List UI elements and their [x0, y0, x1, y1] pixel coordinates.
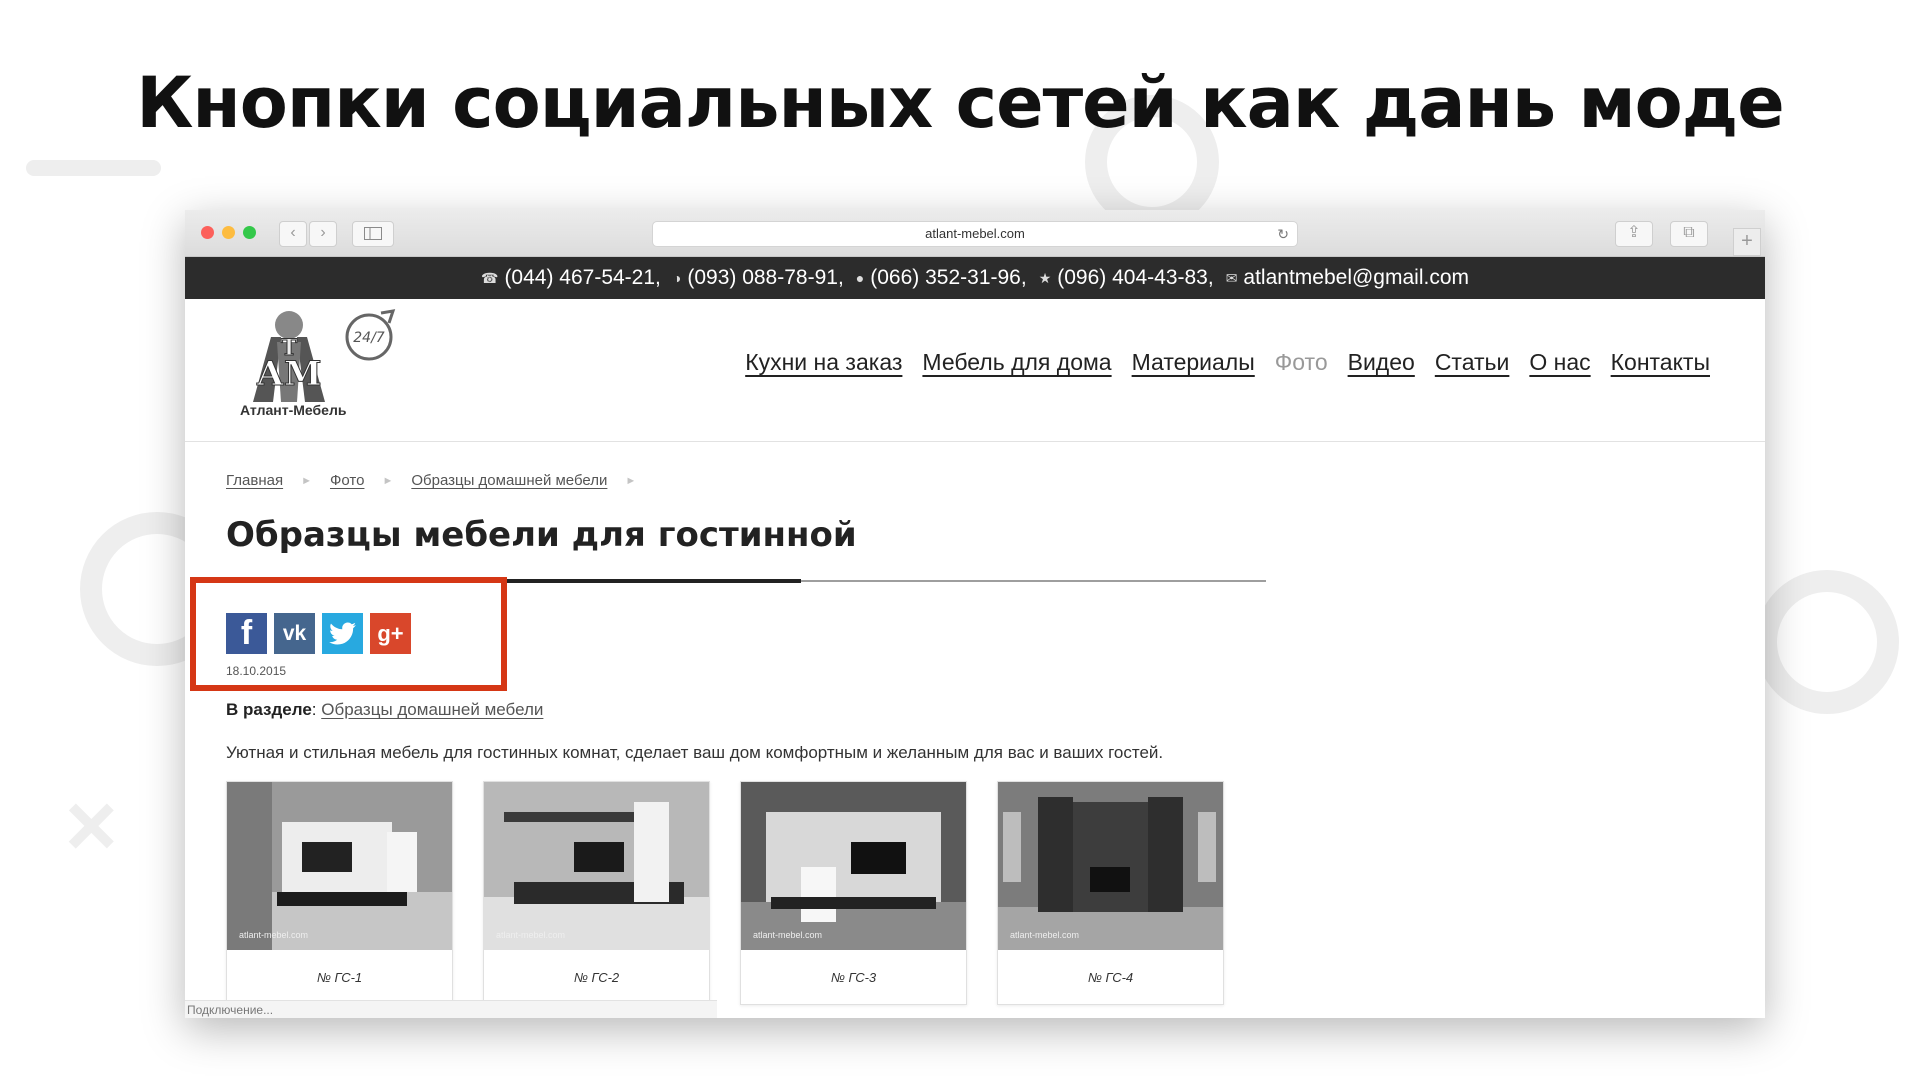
- publish-date: 18.10.2015: [226, 664, 287, 678]
- social-buttons: f vk g+: [226, 613, 411, 654]
- nav-item-about[interactable]: О нас: [1529, 349, 1590, 376]
- life-operator-icon: ◑: [672, 270, 682, 286]
- nav-item-contacts[interactable]: Контакты: [1611, 349, 1710, 376]
- section-info: В разделе: Образцы домашней мебели: [226, 700, 544, 719]
- contact-email[interactable]: ✉ atlantmebel@gmail.com: [1226, 266, 1469, 290]
- mts-operator-icon: ●: [855, 270, 865, 286]
- browser-status-bar: Подключение...: [185, 1000, 717, 1018]
- nav-item-video[interactable]: Видео: [1348, 349, 1415, 376]
- main-nav: Кухни на заказ Мебель для дома Материалы…: [745, 349, 1710, 376]
- sidebar-toggle-button[interactable]: [352, 221, 394, 247]
- nav-item-materials[interactable]: Материалы: [1132, 349, 1255, 376]
- svg-text:atlant-mebel.com: atlant-mebel.com: [1010, 930, 1079, 940]
- living-room-photo: atlant-mebel.com: [484, 782, 709, 950]
- gallery-card[interactable]: atlant-mebel.com № ГС-2: [483, 781, 710, 1005]
- gallery-card-label: № ГС-3: [830, 970, 877, 985]
- contact-phone-4[interactable]: ★ (096) 404-43-83,: [1039, 266, 1214, 290]
- new-tab-button[interactable]: +: [1733, 228, 1761, 256]
- forward-button[interactable]: ›: [309, 221, 337, 247]
- contact-phone-3[interactable]: ● (066) 352-31-96,: [856, 266, 1027, 290]
- living-room-photo: atlant-mebel.com: [741, 782, 966, 950]
- contact-phone-1[interactable]: ☎ (044) 467-54-21,: [481, 266, 661, 290]
- page-description: Уютная и стильная мебель для гостинных к…: [226, 743, 1164, 762]
- photo-gallery: atlant-mebel.com № ГС-1 atlant-mebel.com…: [226, 781, 1224, 1005]
- share-icon: ⇪: [1627, 224, 1641, 241]
- section-link[interactable]: Образцы домашней мебели: [321, 700, 543, 719]
- svg-text:24/7: 24/7: [353, 330, 385, 346]
- breadcrumb-separator-icon: ►: [382, 474, 394, 487]
- facebook-share-button[interactable]: f: [226, 613, 267, 654]
- tabs-overview-button[interactable]: ⧉: [1670, 221, 1708, 247]
- close-window-button[interactable]: [201, 226, 214, 239]
- svg-text:Т: Т: [281, 335, 298, 361]
- reload-icon[interactable]: ↻: [1277, 222, 1289, 246]
- living-room-photo: atlant-mebel.com: [998, 782, 1223, 950]
- zoom-window-button[interactable]: [243, 226, 256, 239]
- gallery-card-label: № ГС-2: [573, 970, 620, 985]
- clock-24-7-icon: 24/7: [345, 309, 396, 361]
- svg-text:atlant-mebel.com: atlant-mebel.com: [239, 930, 308, 940]
- gallery-card-label: № ГС-4: [1087, 970, 1134, 985]
- breadcrumb: Главная ► Фото ► Образцы домашней мебели…: [226, 472, 636, 489]
- decor-cross: ×: [65, 776, 118, 876]
- twitter-share-button[interactable]: [322, 613, 363, 654]
- nav-item-kitchens[interactable]: Кухни на заказ: [745, 349, 902, 376]
- nav-item-articles[interactable]: Статьи: [1435, 349, 1510, 376]
- sidebar-icon: [364, 227, 382, 240]
- mail-icon: ✉: [1225, 269, 1238, 286]
- page-title: Образцы мебели для гостинной: [226, 515, 857, 555]
- gallery-card-label: № ГС-1: [316, 970, 363, 985]
- twitter-bird-icon: [328, 622, 356, 644]
- chevron-right-icon: ›: [320, 224, 326, 241]
- browser-toolbar: ‹ › atlant-mebel.com ↻ ⇪ ⧉: [185, 210, 1765, 257]
- share-button[interactable]: ⇪: [1615, 221, 1653, 247]
- breadcrumb-separator-icon: ►: [301, 474, 312, 487]
- minimize-window-button[interactable]: [222, 226, 235, 239]
- google-plus-share-button[interactable]: g+: [370, 613, 411, 654]
- svg-text:atlant-mebel.com: atlant-mebel.com: [496, 930, 565, 940]
- decor-dash: [26, 160, 161, 176]
- nav-item-photo[interactable]: Фото: [1275, 349, 1328, 376]
- site-header: АМ Т 24/7 Атлант-Мебель Кухни на заказ М…: [185, 299, 1765, 442]
- vk-share-button[interactable]: vk: [274, 613, 315, 654]
- contact-phone-2[interactable]: ◑ (093) 088-78-91,: [673, 266, 844, 290]
- vk-icon: vk: [282, 621, 307, 645]
- facebook-icon: f: [240, 614, 253, 652]
- section-label: В разделе: [226, 700, 312, 719]
- chevron-left-icon: ‹: [290, 224, 296, 241]
- gallery-card[interactable]: atlant-mebel.com № ГС-1: [226, 781, 453, 1005]
- address-bar[interactable]: atlant-mebel.com ↻: [652, 221, 1298, 247]
- url-text: atlant-mebel.com: [925, 226, 1025, 241]
- breadcrumb-samples[interactable]: Образцы домашней мебели: [411, 472, 607, 489]
- contact-bar: ☎ (044) 467-54-21, ◑ (093) 088-78-91, ● (06…: [185, 257, 1765, 299]
- gallery-card[interactable]: atlant-mebel.com № ГС-3: [740, 781, 967, 1005]
- logo-caption: Атлант-Мебель: [240, 402, 347, 418]
- svg-text:atlant-mebel.com: atlant-mebel.com: [753, 930, 822, 940]
- tabs-icon: ⧉: [1683, 224, 1695, 241]
- slide-title: Кнопки социальных сетей как дань моде: [136, 62, 1785, 144]
- gallery-card[interactable]: atlant-mebel.com № ГС-4: [997, 781, 1224, 1005]
- phone-icon: ☎: [480, 269, 499, 286]
- breadcrumb-photo[interactable]: Фото: [330, 472, 364, 489]
- kyivstar-operator-icon: ★: [1038, 269, 1052, 286]
- google-plus-icon: g+: [377, 620, 404, 646]
- living-room-photo: atlant-mebel.com: [227, 782, 452, 950]
- breadcrumb-home[interactable]: Главная: [226, 472, 283, 489]
- nav-item-home-furniture[interactable]: Мебель для дома: [922, 349, 1111, 376]
- decor-ring: [1755, 570, 1899, 714]
- breadcrumb-separator-icon: ►: [625, 474, 637, 487]
- back-button[interactable]: ‹: [279, 221, 307, 247]
- browser-window: ‹ › atlant-mebel.com ↻ ⇪ ⧉ + ☎ (044) 467-…: [185, 210, 1765, 1018]
